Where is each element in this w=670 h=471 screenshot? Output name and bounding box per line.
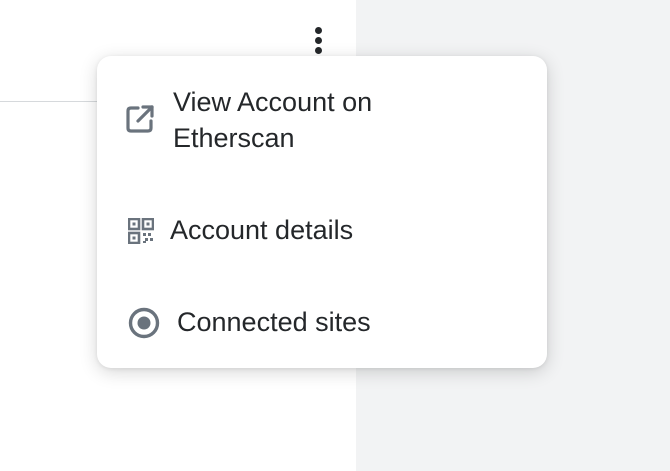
menu-item-label: View Account on Etherscan <box>173 87 373 153</box>
kebab-menu-icon <box>314 26 322 34</box>
account-options-menu: View Account on Etherscan Account detail… <box>97 56 547 368</box>
menu-item-view-on-etherscan[interactable]: View Account on Etherscan <box>97 84 547 164</box>
qr-code-icon <box>127 217 155 249</box>
menu-item-connected-sites[interactable]: Connected sites <box>97 304 547 344</box>
connected-sites-icon <box>128 307 160 344</box>
account-options-button[interactable] <box>306 20 330 60</box>
page: View Account on Etherscan Account detail… <box>0 0 670 471</box>
menu-item-label: Connected sites <box>177 307 371 337</box>
menu-item-account-details[interactable]: Account details <box>97 212 547 252</box>
external-link-icon <box>125 104 155 139</box>
menu-item-label: Account details <box>170 215 354 245</box>
